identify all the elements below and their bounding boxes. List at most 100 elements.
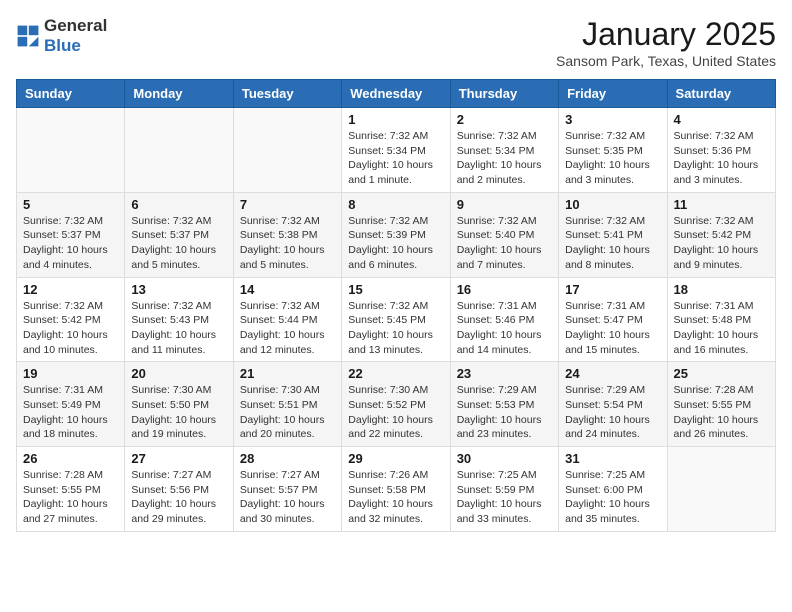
day-info: Sunrise: 7:26 AM Sunset: 5:58 PM Dayligh… (348, 468, 443, 527)
table-row: 27 Sunrise: 7:27 AM Sunset: 5:56 PM Dayli… (125, 447, 233, 532)
day-info: Sunrise: 7:31 AM Sunset: 5:48 PM Dayligh… (674, 299, 769, 358)
day-number: 8 (348, 197, 443, 212)
day-number: 19 (23, 366, 118, 381)
day-number: 6 (131, 197, 226, 212)
day-info: Sunrise: 7:31 AM Sunset: 5:47 PM Dayligh… (565, 299, 660, 358)
day-number: 31 (565, 451, 660, 466)
day-info: Sunrise: 7:31 AM Sunset: 5:49 PM Dayligh… (23, 383, 118, 442)
day-number: 3 (565, 112, 660, 127)
table-row: 12 Sunrise: 7:32 AM Sunset: 5:42 PM Dayli… (17, 277, 125, 362)
day-info: Sunrise: 7:32 AM Sunset: 5:37 PM Dayligh… (131, 214, 226, 273)
table-row: 29Sunrise: 7:26 AM Sunset: 5:58 PM Dayli… (342, 447, 450, 532)
day-number: 18 (674, 282, 769, 297)
table-row: 19 Sunrise: 7:31 AM Sunset: 5:49 PM Dayli… (17, 362, 125, 447)
day-info: Sunrise: 7:28 AM Sunset: 5:55 PM Dayligh… (23, 468, 118, 527)
day-number: 12 (23, 282, 118, 297)
day-info: Sunrise: 7:25 AM Sunset: 5:59 PM Dayligh… (457, 468, 552, 527)
day-info: Sunrise: 7:32 AM Sunset: 5:38 PM Dayligh… (240, 214, 335, 273)
table-row: 26 Sunrise: 7:28 AM Sunset: 5:55 PM Dayli… (17, 447, 125, 532)
day-info: Sunrise: 7:29 AM Sunset: 5:54 PM Dayligh… (565, 383, 660, 442)
table-row: 23Sunrise: 7:29 AM Sunset: 5:53 PM Dayli… (450, 362, 558, 447)
day-info: Sunrise: 7:32 AM Sunset: 5:35 PM Dayligh… (565, 129, 660, 188)
day-info: Sunrise: 7:25 AM Sunset: 6:00 PM Dayligh… (565, 468, 660, 527)
calendar-week-row: 26 Sunrise: 7:28 AM Sunset: 5:55 PM Dayli… (17, 447, 776, 532)
day-info: Sunrise: 7:27 AM Sunset: 5:57 PM Dayligh… (240, 468, 335, 527)
table-row: 17 Sunrise: 7:31 AM Sunset: 5:47 PM Dayli… (559, 277, 667, 362)
day-number: 16 (457, 282, 552, 297)
header-thursday: Thursday (450, 80, 558, 108)
table-row: 25 Sunrise: 7:28 AM Sunset: 5:55 PM Dayli… (667, 362, 775, 447)
table-row: 10Sunrise: 7:32 AM Sunset: 5:41 PM Dayli… (559, 192, 667, 277)
header-wednesday: Wednesday (342, 80, 450, 108)
table-row: 28Sunrise: 7:27 AM Sunset: 5:57 PM Dayli… (233, 447, 341, 532)
day-info: Sunrise: 7:32 AM Sunset: 5:34 PM Dayligh… (348, 129, 443, 188)
table-row: 11 Sunrise: 7:32 AM Sunset: 5:42 PM Dayli… (667, 192, 775, 277)
day-number: 25 (674, 366, 769, 381)
day-number: 20 (131, 366, 226, 381)
table-row: 7 Sunrise: 7:32 AM Sunset: 5:38 PM Daylig… (233, 192, 341, 277)
table-row (17, 108, 125, 193)
table-row: 18 Sunrise: 7:31 AM Sunset: 5:48 PM Dayli… (667, 277, 775, 362)
day-number: 22 (348, 366, 443, 381)
day-info: Sunrise: 7:32 AM Sunset: 5:37 PM Dayligh… (23, 214, 118, 273)
day-number: 30 (457, 451, 552, 466)
day-number: 2 (457, 112, 552, 127)
calendar-title: January 2025 (556, 16, 776, 53)
day-number: 21 (240, 366, 335, 381)
logo-general-text: General (44, 16, 107, 35)
header-saturday: Saturday (667, 80, 775, 108)
day-info: Sunrise: 7:32 AM Sunset: 5:36 PM Dayligh… (674, 129, 769, 188)
header-sunday: Sunday (17, 80, 125, 108)
day-info: Sunrise: 7:32 AM Sunset: 5:34 PM Dayligh… (457, 129, 552, 188)
calendar-week-row: 5Sunrise: 7:32 AM Sunset: 5:37 PM Daylig… (17, 192, 776, 277)
day-info: Sunrise: 7:32 AM Sunset: 5:41 PM Dayligh… (565, 214, 660, 273)
table-row: 4 Sunrise: 7:32 AM Sunset: 5:36 PM Daylig… (667, 108, 775, 193)
day-info: Sunrise: 7:28 AM Sunset: 5:55 PM Dayligh… (674, 383, 769, 442)
day-info: Sunrise: 7:32 AM Sunset: 5:44 PM Dayligh… (240, 299, 335, 358)
weekday-header-row: Sunday Monday Tuesday Wednesday Thursday… (17, 80, 776, 108)
table-row: 24 Sunrise: 7:29 AM Sunset: 5:54 PM Dayli… (559, 362, 667, 447)
table-row (667, 447, 775, 532)
day-number: 23 (457, 366, 552, 381)
day-info: Sunrise: 7:30 AM Sunset: 5:50 PM Dayligh… (131, 383, 226, 442)
calendar-subtitle: Sansom Park, Texas, United States (556, 53, 776, 69)
day-info: Sunrise: 7:32 AM Sunset: 5:43 PM Dayligh… (131, 299, 226, 358)
logo-icon (16, 24, 40, 48)
day-number: 17 (565, 282, 660, 297)
calendar-week-row: 12 Sunrise: 7:32 AM Sunset: 5:42 PM Dayli… (17, 277, 776, 362)
title-area: January 2025 Sansom Park, Texas, United … (556, 16, 776, 69)
day-info: Sunrise: 7:30 AM Sunset: 5:51 PM Dayligh… (240, 383, 335, 442)
day-number: 15 (348, 282, 443, 297)
calendar-table: Sunday Monday Tuesday Wednesday Thursday… (16, 79, 776, 532)
table-row: 1Sunrise: 7:32 AM Sunset: 5:34 PM Daylig… (342, 108, 450, 193)
table-row: 2 Sunrise: 7:32 AM Sunset: 5:34 PM Daylig… (450, 108, 558, 193)
day-info: Sunrise: 7:32 AM Sunset: 5:42 PM Dayligh… (674, 214, 769, 273)
table-row (125, 108, 233, 193)
day-number: 14 (240, 282, 335, 297)
table-row: 16 Sunrise: 7:31 AM Sunset: 5:46 PM Dayli… (450, 277, 558, 362)
table-row: 8Sunrise: 7:32 AM Sunset: 5:39 PM Daylig… (342, 192, 450, 277)
day-info: Sunrise: 7:27 AM Sunset: 5:56 PM Dayligh… (131, 468, 226, 527)
day-number: 24 (565, 366, 660, 381)
day-number: 27 (131, 451, 226, 466)
calendar-week-row: 19 Sunrise: 7:31 AM Sunset: 5:49 PM Dayli… (17, 362, 776, 447)
day-number: 11 (674, 197, 769, 212)
header-friday: Friday (559, 80, 667, 108)
table-row: 9Sunrise: 7:32 AM Sunset: 5:40 PM Daylig… (450, 192, 558, 277)
calendar-week-row: 1Sunrise: 7:32 AM Sunset: 5:34 PM Daylig… (17, 108, 776, 193)
header-monday: Monday (125, 80, 233, 108)
table-row: 13 Sunrise: 7:32 AM Sunset: 5:43 PM Dayli… (125, 277, 233, 362)
table-row: 20 Sunrise: 7:30 AM Sunset: 5:50 PM Dayli… (125, 362, 233, 447)
day-info: Sunrise: 7:32 AM Sunset: 5:42 PM Dayligh… (23, 299, 118, 358)
day-info: Sunrise: 7:32 AM Sunset: 5:45 PM Dayligh… (348, 299, 443, 358)
header-tuesday: Tuesday (233, 80, 341, 108)
day-number: 13 (131, 282, 226, 297)
day-number: 4 (674, 112, 769, 127)
logo-blue-text: Blue (44, 36, 81, 55)
table-row: 21 Sunrise: 7:30 AM Sunset: 5:51 PM Dayli… (233, 362, 341, 447)
day-number: 7 (240, 197, 335, 212)
day-info: Sunrise: 7:30 AM Sunset: 5:52 PM Dayligh… (348, 383, 443, 442)
table-row: 5Sunrise: 7:32 AM Sunset: 5:37 PM Daylig… (17, 192, 125, 277)
day-number: 26 (23, 451, 118, 466)
day-info: Sunrise: 7:31 AM Sunset: 5:46 PM Dayligh… (457, 299, 552, 358)
